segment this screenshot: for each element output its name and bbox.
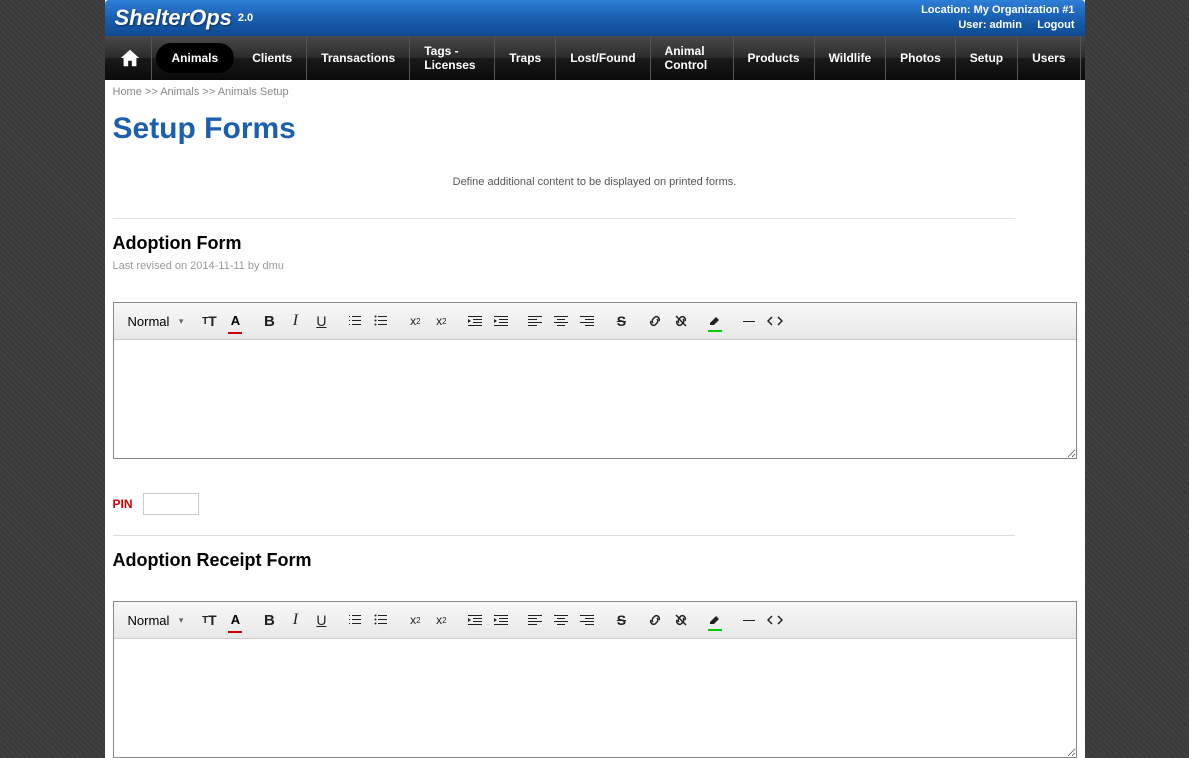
align-left-icon[interactable] [523, 309, 547, 333]
highlight-icon[interactable] [703, 315, 727, 327]
nav-tags-licenses[interactable]: Tags - Licenses [410, 36, 495, 80]
receipt-form-heading: Adoption Receipt Form [113, 544, 1077, 601]
nav-users[interactable]: Users [1018, 36, 1080, 80]
adoption-form-heading: Adoption Form [113, 227, 1077, 260]
breadcrumb-animals[interactable]: Animals [160, 86, 199, 98]
divider [113, 535, 1015, 536]
subscript-icon[interactable]: x2 [403, 608, 427, 632]
link-icon[interactable] [643, 309, 667, 333]
nav-products[interactable]: Products [734, 36, 815, 80]
unordered-list-icon[interactable] [369, 309, 393, 333]
italic-icon[interactable]: I [283, 608, 307, 632]
nav-bar: Animals Clients Transactions Tags - Lice… [105, 36, 1085, 80]
italic-icon[interactable]: I [283, 309, 307, 333]
adoption-form-revised: Last revised on 2014-11-11 by dmu [113, 260, 1077, 302]
adoption-editor: Normal TT A B I U x2 x2 [113, 302, 1077, 459]
nav-wildlife[interactable]: Wildlife [815, 36, 887, 80]
logout-link[interactable]: Logout [1037, 19, 1074, 31]
align-right-icon[interactable] [575, 608, 599, 632]
format-select[interactable]: Normal [122, 611, 188, 630]
user-link[interactable]: admin [990, 19, 1022, 31]
logo-version: 2.0 [238, 12, 253, 24]
superscript-icon[interactable]: x2 [429, 309, 453, 333]
nav-setup[interactable]: Setup [956, 36, 1018, 80]
bold-icon[interactable]: B [257, 309, 281, 333]
bold-icon[interactable]: B [257, 608, 281, 632]
breadcrumb-animals-setup[interactable]: Animals Setup [218, 86, 289, 98]
fontcolor-icon[interactable]: A [223, 314, 247, 329]
hr-icon[interactable] [737, 309, 761, 333]
indent-icon[interactable] [489, 309, 513, 333]
divider [113, 218, 1015, 219]
outdent-icon[interactable] [463, 309, 487, 333]
unordered-list-icon[interactable] [369, 608, 393, 632]
header-bar: ShelterOps 2.0 Location: My Organization… [105, 0, 1085, 36]
receipt-editor: Normal TT A B I U x2 x2 [113, 601, 1077, 758]
nav-clients[interactable]: Clients [238, 36, 307, 80]
align-right-icon[interactable] [575, 309, 599, 333]
user-label: User: [958, 19, 986, 31]
unlink-icon[interactable] [669, 608, 693, 632]
page-subtitle: Define additional content to be displaye… [105, 166, 1085, 218]
nav-lost-found[interactable]: Lost/Found [556, 36, 650, 80]
pin-label: PIN [113, 497, 133, 511]
logo: ShelterOps 2.0 [115, 5, 254, 31]
subscript-icon[interactable]: x2 [403, 309, 427, 333]
breadcrumb-home[interactable]: Home [113, 86, 142, 98]
hr-icon[interactable] [737, 608, 761, 632]
adoption-form-section: Adoption Form Last revised on 2014-11-11… [105, 227, 1085, 459]
align-center-icon[interactable] [549, 309, 573, 333]
nav-home-icon[interactable] [109, 36, 152, 80]
pin-row: PIN [105, 479, 1085, 535]
ordered-list-icon[interactable] [343, 309, 367, 333]
editor-toolbar: Normal TT A B I U x2 x2 [114, 303, 1076, 340]
editor-toolbar-2: Normal TT A B I U x2 x2 [114, 602, 1076, 639]
location-link[interactable]: My Organization #1 [974, 4, 1075, 16]
breadcrumb: Home >> Animals >> Animals Setup [105, 80, 1085, 104]
fontsize-icon[interactable]: TT [197, 309, 221, 333]
format-select[interactable]: Normal [122, 312, 188, 331]
strikethrough-icon[interactable]: S [609, 608, 633, 632]
unlink-icon[interactable] [669, 309, 693, 333]
ordered-list-icon[interactable] [343, 608, 367, 632]
logo-text: ShelterOps [115, 5, 232, 31]
superscript-icon[interactable]: x2 [429, 608, 453, 632]
header-right: Location: My Organization #1 User: admin… [921, 3, 1074, 34]
indent-icon[interactable] [489, 608, 513, 632]
link-icon[interactable] [643, 608, 667, 632]
align-left-icon[interactable] [523, 608, 547, 632]
nav-photos[interactable]: Photos [886, 36, 956, 80]
strikethrough-icon[interactable]: S [609, 309, 633, 333]
fontsize-icon[interactable]: TT [197, 608, 221, 632]
code-icon[interactable] [763, 309, 787, 333]
adoption-editor-content[interactable] [114, 340, 1076, 458]
fontcolor-icon[interactable]: A [223, 613, 247, 628]
receipt-form-section: Adoption Receipt Form Normal TT A B I U … [105, 544, 1085, 758]
outdent-icon[interactable] [463, 608, 487, 632]
location-label: Location: [921, 4, 971, 16]
underline-icon[interactable]: U [309, 608, 333, 632]
align-center-icon[interactable] [549, 608, 573, 632]
pin-input[interactable] [143, 493, 199, 515]
nav-transactions[interactable]: Transactions [307, 36, 410, 80]
page-title: Setup Forms [105, 104, 1085, 166]
nav-traps[interactable]: Traps [495, 36, 556, 80]
code-icon[interactable] [763, 608, 787, 632]
receipt-editor-content[interactable] [114, 639, 1076, 757]
nav-animal-control[interactable]: Animal Control [651, 36, 734, 80]
nav-animals[interactable]: Animals [156, 43, 235, 73]
underline-icon[interactable]: U [309, 309, 333, 333]
highlight-icon[interactable] [703, 614, 727, 626]
